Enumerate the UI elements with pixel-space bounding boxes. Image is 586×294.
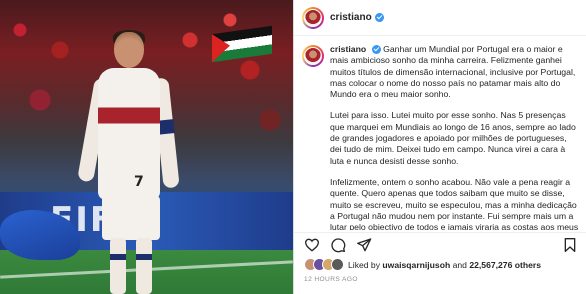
player-shirt [98, 68, 160, 200]
player-head [114, 32, 144, 68]
liker-avatar [331, 258, 344, 271]
likes-first-user[interactable]: uwaisqarnijusoh [382, 260, 450, 270]
player-shorts [102, 196, 160, 240]
likes-count[interactable]: 22,567,276 others [469, 260, 541, 270]
verified-badge-icon [371, 45, 381, 55]
likes-row: Liked by uwaisqarnijusoh and 22,567,276 … [304, 258, 541, 271]
share-icon[interactable] [356, 237, 372, 253]
caption: cristiano Ganhar um Mundial por Portugal… [302, 44, 580, 230]
post-side-panel: cristiano cristiano Ganhar um Mundial po… [293, 0, 586, 294]
heart-icon[interactable] [304, 237, 320, 253]
player-right-leg [136, 238, 152, 294]
player-left-sock [110, 254, 126, 260]
verified-badge-icon [374, 13, 384, 22]
likes-prefix: Liked by [348, 259, 381, 270]
caption-text: Ganhar um Mundial por Portugal era o mai… [330, 44, 576, 100]
comment-icon[interactable] [330, 237, 346, 253]
post-header: cristiano [294, 0, 586, 36]
avatar-image [304, 8, 322, 27]
caption-username[interactable]: cristiano [330, 44, 366, 54]
action-bar [294, 232, 586, 254]
likes-text[interactable]: Liked by uwaisqarnijusoh and 22,567,276 … [348, 260, 541, 270]
caption-avatar-image [304, 47, 322, 65]
caption-paragraph: cristiano Ganhar um Mundial por Portugal… [330, 44, 580, 100]
likes-connector: and [452, 259, 467, 270]
avatar[interactable] [302, 6, 324, 29]
post-timestamp[interactable]: 12 HOURS AGO [304, 276, 358, 283]
caption-paragraph: Infelizmente, ontem o sonho acabou. Não … [330, 176, 579, 230]
caption-body: cristiano Ganhar um Mundial por Portugal… [330, 44, 580, 230]
jersey-number: 7 [134, 174, 144, 190]
post-photo[interactable]: FIFA 7 [0, 0, 293, 294]
caption-avatar[interactable] [302, 45, 324, 67]
header-username[interactable]: cristiano [330, 12, 372, 23]
player-right-sock [136, 254, 152, 260]
player-left-leg [110, 238, 126, 294]
player-figure: 7 [77, 28, 190, 294]
caption-paragraph: Lutei para isso. Lutei muito por esse so… [330, 110, 576, 166]
bookmark-icon[interactable] [562, 237, 578, 253]
